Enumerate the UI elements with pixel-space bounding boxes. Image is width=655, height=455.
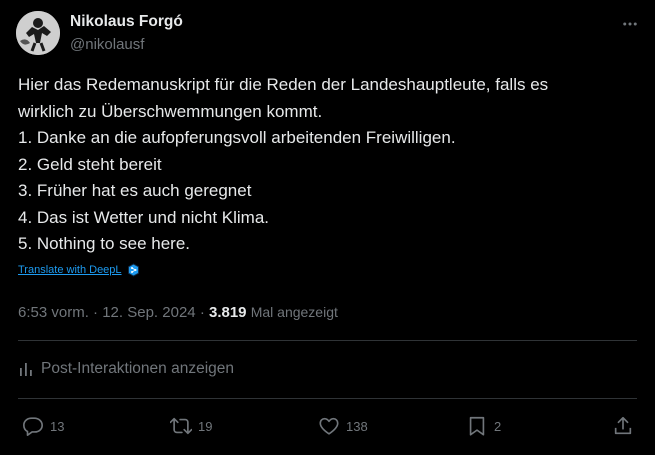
tweet-text-line: Hier das Redemanuskript für die Reden de… xyxy=(18,75,549,94)
post-engagements-link[interactable]: Post-Interaktionen anzeigen xyxy=(18,360,234,378)
meta-separator: · xyxy=(93,304,99,321)
repost-icon xyxy=(170,417,192,435)
deepl-icon xyxy=(127,263,139,277)
divider xyxy=(18,398,637,399)
reply-icon xyxy=(23,417,43,436)
author-handle[interactable]: @nikolausf xyxy=(70,36,144,53)
bookmark-icon xyxy=(469,416,485,436)
translate-with-deepl-link[interactable]: Translate with DeepL xyxy=(18,263,140,277)
like-count: 138 xyxy=(346,418,368,434)
meta-separator: · xyxy=(199,304,205,321)
view-count: 3.819 xyxy=(208,304,247,321)
repost-button[interactable]: 19 xyxy=(170,414,212,438)
tweet-text-line: 4. Das ist Wetter und nicht Klima. xyxy=(18,207,270,227)
tweet-text-line: 3. Früher hat es auch geregnet xyxy=(18,181,252,200)
tweet-time[interactable]: 6:53 vorm. xyxy=(18,304,89,321)
like-button[interactable]: 138 xyxy=(318,414,368,438)
divider xyxy=(18,340,637,341)
tweet-text: Hier das Redemanuskript für die Reden de… xyxy=(18,72,638,258)
analytics-bars-icon xyxy=(20,363,32,376)
reply-button[interactable]: 13 xyxy=(22,414,64,438)
view-count-label: Mal angezeigt xyxy=(250,304,338,320)
bookmark-count: 2 xyxy=(494,418,502,434)
bookmark-button[interactable]: 2 xyxy=(466,414,501,438)
heart-icon xyxy=(319,417,339,435)
reply-count: 13 xyxy=(50,418,65,434)
tweet-text-line: 2. Geld steht bereit xyxy=(18,154,162,174)
post-engagements-label: Post-Interaktionen anzeigen xyxy=(41,360,235,377)
tweet-meta: 6:53 vorm. · 12. Sep. 2024 · 3.819 Mal a… xyxy=(18,304,338,321)
tweet-text-line: 5. Nothing to see here. xyxy=(18,234,191,253)
tweet-date[interactable]: 12. Sep. 2024 xyxy=(102,304,195,321)
author-name[interactable]: Nikolaus Forgó xyxy=(70,13,183,31)
tweet-text-line: wirklich zu Überschwemmungen kommt. xyxy=(18,101,323,121)
more-options-button[interactable] xyxy=(618,12,642,36)
translate-label: Translate with DeepL xyxy=(18,264,122,276)
more-horizontal-icon xyxy=(623,22,637,26)
tweet: Nikolaus Forgó @nikolausf Hier das Redem… xyxy=(0,0,655,455)
avatar-image xyxy=(16,11,60,55)
repost-count: 19 xyxy=(198,418,213,434)
tweet-text-line: 1. Danke an die aufopferungsvoll arbeite… xyxy=(18,128,456,147)
share-button[interactable] xyxy=(612,414,634,438)
share-icon xyxy=(614,416,632,435)
avatar[interactable] xyxy=(16,11,60,55)
